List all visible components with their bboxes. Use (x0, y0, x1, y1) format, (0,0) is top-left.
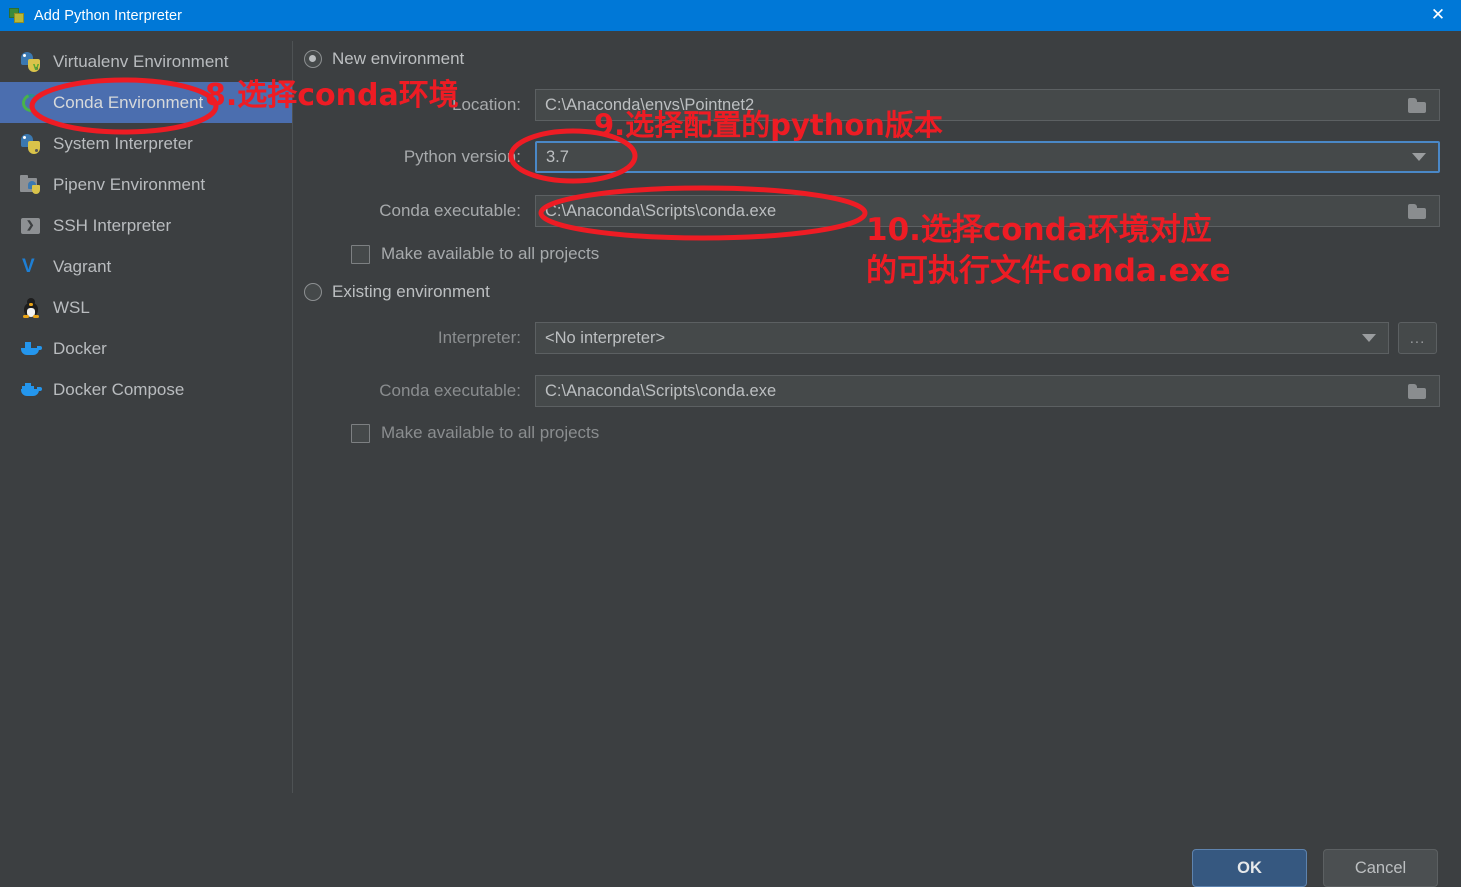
sidebar-item-label: System Interpreter (53, 133, 193, 153)
interpreter-settings-panel: New environment Location: C:\Anaconda\en… (293, 31, 1461, 877)
python-version-row: Python version: 3.7 (350, 141, 1440, 173)
python-version-dropdown[interactable]: 3.7 (535, 141, 1440, 173)
ok-button[interactable]: OK (1192, 849, 1307, 887)
python-app-icon (9, 7, 25, 24)
close-icon[interactable]: ✕ (1415, 0, 1461, 31)
chevron-down-icon[interactable] (1412, 153, 1426, 161)
conda-executable-existing-input[interactable]: C:\Anaconda\Scripts\conda.exe (535, 375, 1440, 407)
sidebar-item-vagrant[interactable]: V Vagrant (0, 246, 292, 287)
make-available-new-checkbox[interactable]: Make available to all projects (351, 244, 599, 264)
sidebar-item-label: Docker (53, 338, 107, 358)
radio-existing-environment[interactable]: Existing environment (304, 282, 490, 302)
python-icon (20, 133, 42, 155)
sidebar-item-label: Pipenv Environment (53, 174, 206, 194)
sidebar-item-label: SSH Interpreter (53, 215, 172, 235)
folder-icon[interactable] (1407, 202, 1429, 220)
vagrant-icon: V (22, 255, 35, 277)
radio-label: New environment (332, 49, 465, 68)
sidebar-item-virtualenv-environment[interactable]: v Virtualenv Environment (0, 41, 292, 82)
sidebar-item-system-interpreter[interactable]: System Interpreter (0, 123, 292, 164)
cancel-button[interactable]: Cancel (1323, 849, 1438, 887)
conda-executable-new-input[interactable]: C:\Anaconda\Scripts\conda.exe (535, 195, 1440, 227)
chevron-down-icon[interactable] (1362, 334, 1376, 342)
window-titlebar: Add Python Interpreter ✕ (0, 0, 1461, 31)
interpreter-dropdown[interactable]: <No interpreter> (535, 322, 1389, 354)
interpreter-row: Interpreter: <No interpreter> (350, 322, 1389, 354)
radio-new-environment[interactable]: New environment (304, 49, 464, 69)
dialog-body: v Virtualenv Environment Conda Environme… (0, 31, 1461, 887)
interpreter-label: Interpreter: (437, 328, 521, 347)
sidebar-item-label: Conda Environment (53, 92, 204, 112)
make-available-new-label: Make available to all projects (381, 244, 600, 263)
sidebar-item-docker-compose[interactable]: Docker Compose (0, 369, 292, 410)
location-value: C:\Anaconda\envs\Pointnet2 (545, 95, 755, 114)
python-version-label: Python version: (403, 147, 521, 166)
sidebar-item-label: Docker Compose (53, 379, 185, 399)
radio-indicator (304, 50, 322, 68)
python-v-icon: v (20, 51, 42, 73)
sidebar-item-ssh-interpreter[interactable]: ❯ SSH Interpreter (0, 205, 292, 246)
radio-label: Existing environment (332, 282, 490, 301)
sidebar-item-pipenv-environment[interactable]: Pipenv Environment (0, 164, 292, 205)
ssh-terminal-icon: ❯ (20, 215, 42, 237)
location-label: Location: (452, 95, 521, 114)
interpreter-browse-button[interactable]: ... (1398, 322, 1437, 354)
sidebar-item-docker[interactable]: Docker (0, 328, 292, 369)
interpreter-type-sidebar: v Virtualenv Environment Conda Environme… (0, 41, 292, 410)
linux-penguin-icon (20, 297, 42, 319)
radio-indicator (304, 283, 322, 301)
folder-icon[interactable] (1407, 96, 1429, 114)
docker-whale-icon (20, 338, 42, 360)
checkbox-indicator (351, 423, 370, 443)
make-available-existing-checkbox[interactable]: Make available to all projects (351, 423, 599, 443)
conda-executable-label: Conda executable: (379, 201, 521, 220)
pipenv-folder-icon (20, 174, 42, 196)
folder-icon[interactable] (1407, 382, 1429, 400)
conda-executable-existing-label: Conda executable: (379, 381, 521, 400)
sidebar-item-label: Virtualenv Environment (53, 51, 229, 71)
conda-ring-icon (19, 90, 43, 115)
checkbox-indicator (351, 244, 370, 264)
python-version-value: 3.7 (546, 147, 569, 166)
make-available-existing-label: Make available to all projects (381, 423, 600, 442)
sidebar-item-label: Vagrant (53, 256, 112, 276)
location-row: Location: C:\Anaconda\envs\Pointnet2 (350, 89, 1440, 121)
conda-executable-existing-row: Conda executable: C:\Anaconda\Scripts\co… (350, 375, 1440, 407)
docker-compose-icon (20, 379, 42, 401)
conda-executable-new-value: C:\Anaconda\Scripts\conda.exe (545, 201, 777, 220)
sidebar-item-label: WSL (53, 297, 90, 317)
interpreter-value: <No interpreter> (545, 328, 666, 347)
sidebar-item-conda-environment[interactable]: Conda Environment (0, 82, 292, 123)
location-input[interactable]: C:\Anaconda\envs\Pointnet2 (535, 89, 1440, 121)
sidebar-item-wsl[interactable]: WSL (0, 287, 292, 328)
conda-executable-existing-value: C:\Anaconda\Scripts\conda.exe (545, 381, 777, 400)
conda-executable-new-row: Conda executable: C:\Anaconda\Scripts\co… (350, 195, 1440, 227)
window-title: Add Python Interpreter (34, 7, 183, 24)
